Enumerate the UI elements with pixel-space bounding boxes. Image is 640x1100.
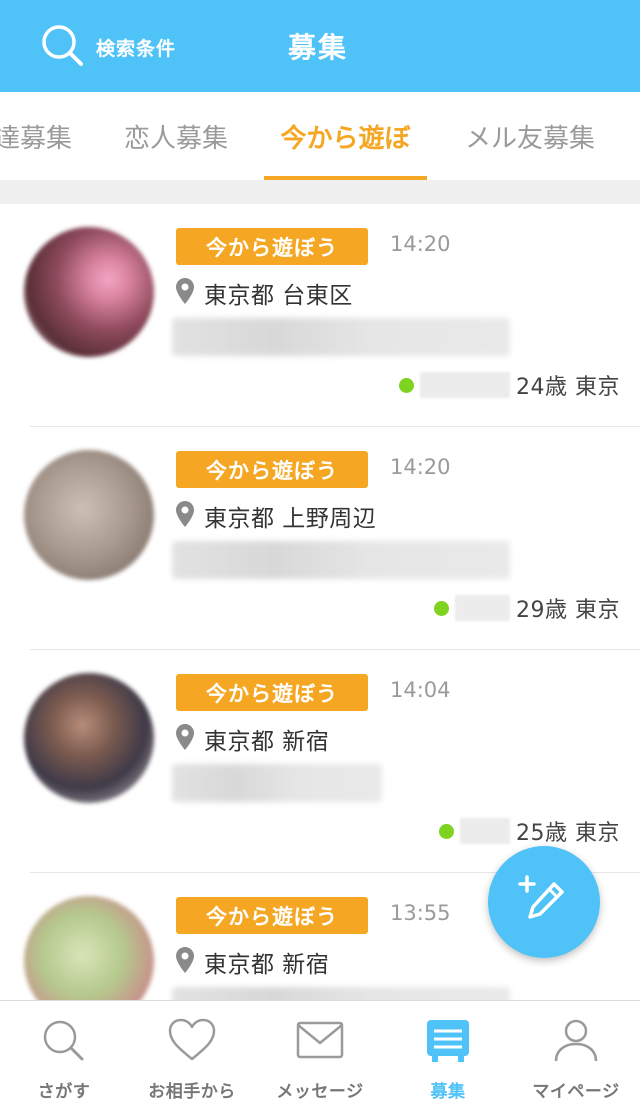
tab-friend-recruit[interactable]: 達募集 <box>0 92 88 180</box>
tab-mail-friend-recruit[interactable]: メル友募集 <box>455 92 605 180</box>
location-pin-icon <box>176 501 194 531</box>
post-time: 14:04 <box>390 678 451 702</box>
user-meta: 25歳 東京 <box>439 816 620 846</box>
list-item[interactable]: 今から遊ぼう 14:20 東京都 上野周辺 29歳 東京 <box>0 427 640 650</box>
blurred-message <box>172 987 510 1000</box>
age-area-text: 24歳 東京 <box>516 375 620 400</box>
location-pin-icon <box>176 724 194 754</box>
envelope-icon <box>295 1017 345 1069</box>
list-item[interactable]: 今から遊ぼう 14:04 東京都 新宿 25歳 東京 <box>0 650 640 873</box>
blurred-message <box>172 764 382 802</box>
user-meta: 24歳 東京 <box>399 370 620 400</box>
avatar[interactable] <box>24 227 154 357</box>
list-item[interactable]: 今から遊ぼう 14:20 東京都 台東区 24歳 東京 <box>0 204 640 427</box>
age-area-text: 29歳 東京 <box>516 598 620 623</box>
category-badge: 今から遊ぼう <box>176 897 368 934</box>
location-text: 東京都 新宿 <box>204 952 330 978</box>
blurred-nickname <box>420 372 510 398</box>
location: 東京都 新宿 <box>176 724 330 755</box>
age-area-text: 25歳 東京 <box>516 821 620 846</box>
recruitment-page: 検索条件 募集 達募集 恋人募集 今から遊ぼ メル友募集 今から遊ぼう 14:2… <box>0 0 640 1100</box>
nav-my-page[interactable]: マイページ <box>512 1001 640 1100</box>
nav-label: 募集 <box>430 1082 466 1100</box>
app-header: 検索条件 募集 <box>0 0 640 92</box>
online-status-dot <box>439 823 454 839</box>
nav-search[interactable]: さがす <box>0 1001 128 1100</box>
post-time: 14:20 <box>390 232 451 256</box>
tab-lover-recruit[interactable]: 恋人募集 <box>110 92 242 180</box>
nav-label: お相手から <box>148 1082 236 1100</box>
blurred-nickname <box>460 818 510 844</box>
search-icon <box>40 1017 88 1069</box>
user-meta: 29歳 東京 <box>434 593 620 623</box>
online-status-dot <box>434 600 449 616</box>
tab-play-now[interactable]: 今から遊ぼ <box>264 92 427 180</box>
bottom-navigation: さがす お相手から メッセージ 募集 マイページ <box>0 1000 640 1100</box>
location-pin-icon <box>176 278 194 308</box>
location: 東京都 台東区 <box>176 278 353 309</box>
location-text: 東京都 上野周辺 <box>204 506 377 532</box>
blurred-message <box>172 541 510 579</box>
blurred-nickname <box>455 595 510 621</box>
category-tabs: 達募集 恋人募集 今から遊ぼ メル友募集 <box>0 92 640 180</box>
online-status-dot <box>399 377 414 393</box>
person-icon <box>551 1017 601 1069</box>
post-time: 14:20 <box>390 455 451 479</box>
location-text: 東京都 台東区 <box>204 283 353 309</box>
avatar[interactable] <box>24 896 154 1000</box>
location-text: 東京都 新宿 <box>204 729 330 755</box>
category-badge: 今から遊ぼう <box>176 674 368 711</box>
location: 東京都 上野周辺 <box>176 501 377 532</box>
location-pin-icon <box>176 947 194 977</box>
section-separator <box>0 180 640 204</box>
new-post-pencil-icon <box>516 872 572 932</box>
nav-label: マイページ <box>532 1082 620 1100</box>
location: 東京都 新宿 <box>176 947 330 978</box>
page-title: 募集 <box>287 31 348 64</box>
nav-label: さがす <box>37 1082 91 1100</box>
category-badge: 今から遊ぼう <box>176 451 368 488</box>
post-time: 13:55 <box>390 901 451 925</box>
new-post-button[interactable] <box>488 846 600 958</box>
category-badge: 今から遊ぼう <box>176 228 368 265</box>
board-icon <box>423 1017 473 1069</box>
nav-label: メッセージ <box>276 1082 364 1100</box>
avatar[interactable] <box>24 673 154 803</box>
heart-icon <box>167 1017 217 1069</box>
nav-messages[interactable]: メッセージ <box>256 1001 384 1100</box>
nav-from-partner[interactable]: お相手から <box>128 1001 256 1100</box>
nav-recruitment[interactable]: 募集 <box>384 1001 512 1100</box>
avatar[interactable] <box>24 450 154 580</box>
blurred-message <box>172 318 510 356</box>
